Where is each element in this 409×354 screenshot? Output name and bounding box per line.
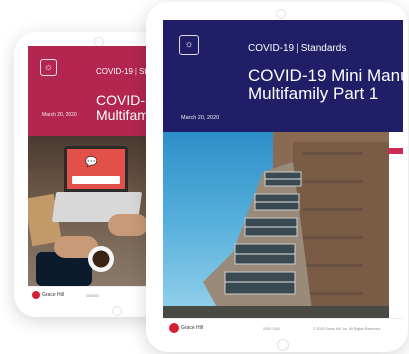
grace-hill-logo-icon [32, 291, 40, 299]
building-photo [163, 132, 389, 318]
front-tablet: ☼ COVID-19|Standards COVID-19 Mini Manua… [146, 2, 408, 352]
cover-date: March 20, 2020 [42, 112, 77, 118]
cover-title: COVID-19 Mini Manual Multifamily Part 1 [248, 66, 403, 103]
hand-image [108, 214, 148, 236]
logo-text: Grace Hill [181, 325, 203, 331]
back-tablet: ☼ COVID-19|Standards COVID-19 Multifamil… [14, 32, 164, 317]
back-cover-header: ☼ COVID-19|Standards COVID-19 Multifamil… [28, 46, 164, 136]
laptop-field-image [72, 176, 120, 184]
sun-icon: ☼ [179, 35, 199, 55]
accent-bar [388, 148, 403, 154]
coffee-mug-image [88, 246, 114, 272]
back-cover: ☼ COVID-19|Standards COVID-19 Multifamil… [28, 46, 164, 304]
cover-footer: Grace Hill 0000-1004 © 2020 Grace Hill, … [163, 318, 403, 336]
front-cover: ☼ COVID-19|Standards COVID-19 Mini Manua… [163, 20, 403, 336]
camera-icon [276, 9, 286, 19]
footer-code: 000/000 [86, 294, 99, 298]
chat-bubbles-icon: 💬 [85, 157, 98, 168]
home-button-icon [112, 306, 122, 316]
logo-text: Grace Hill [42, 292, 64, 298]
front-cover-header: ☼ COVID-19|Standards COVID-19 Mini Manua… [163, 20, 403, 132]
laptop-image: 💬 [64, 146, 128, 192]
footer-copyright: © 2020 Grace Hill, Inc. All Rights Reser… [313, 327, 381, 331]
grace-hill-logo-icon [169, 323, 179, 333]
cover-footer: Grace Hill 000/000 [28, 286, 164, 304]
cover-date: March 20, 2020 [181, 115, 220, 121]
cover-section-label: COVID-19|Standards [248, 43, 347, 54]
footer-code: 0000-1004 [263, 327, 280, 331]
laptop-photo: 💬 [28, 136, 164, 286]
home-button-icon [277, 339, 289, 351]
sun-icon: ☼ [40, 59, 57, 76]
